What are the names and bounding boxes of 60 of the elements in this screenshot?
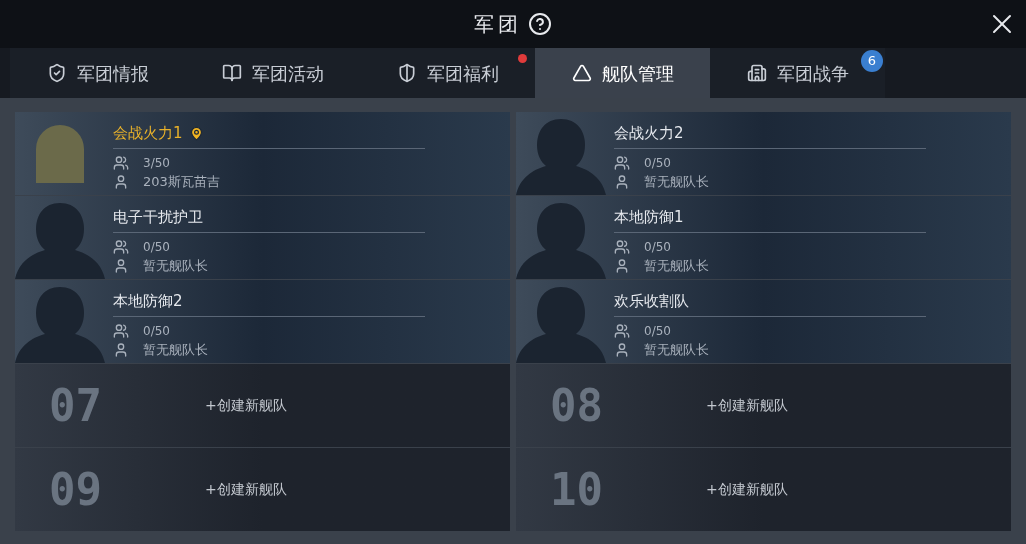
fleet-leader: 暂无舰队长 — [143, 340, 208, 359]
leader-icon — [113, 341, 129, 358]
member-count: 0/50 — [644, 154, 671, 172]
create-fleet-link[interactable]: +创建新舰队 — [205, 479, 287, 500]
members-icon — [113, 238, 129, 255]
slot-number: 07 — [48, 378, 103, 433]
fleet-name: 本地防御2 — [113, 290, 183, 312]
members-icon — [614, 154, 630, 171]
fleet-leader: 暂无舰队长 — [644, 340, 709, 359]
members-icon — [614, 322, 630, 339]
slot-number: 09 — [48, 462, 103, 517]
building-icon — [746, 63, 767, 83]
slot-number: 08 — [549, 378, 604, 433]
fleet-leader: 203斯瓦苗吉 — [143, 172, 220, 191]
empty-fleet-slot[interactable]: 09 +创建新舰队 — [15, 448, 510, 531]
member-count: 0/50 — [644, 238, 671, 256]
triangle-icon — [571, 63, 592, 83]
member-count: 0/50 — [644, 322, 671, 340]
tab[interactable]: 军团战争 6 — [710, 48, 885, 98]
fleet-name: 欢乐收割队 — [614, 290, 689, 312]
help-icon[interactable] — [528, 12, 552, 36]
tab[interactable]: 军团情报 — [10, 48, 185, 98]
leader-icon — [614, 341, 630, 358]
fleet-card[interactable]: 会战火力2 0/50 暂无舰队长 — [516, 112, 1011, 195]
fleet-name: 会战火力1 — [113, 122, 183, 144]
location-pin-icon — [188, 125, 204, 141]
fleet-name: 会战火力2 — [614, 122, 684, 144]
book-icon — [221, 63, 242, 83]
tab[interactable]: 军团福利 — [360, 48, 535, 98]
fleet-name: 本地防御1 — [614, 206, 684, 228]
tab[interactable]: 军团活动 — [185, 48, 360, 98]
members-icon — [113, 322, 129, 339]
tab[interactable]: 舰队管理 — [535, 48, 710, 98]
empty-fleet-slot[interactable]: 08 +创建新舰队 — [516, 364, 1011, 447]
leader-icon — [614, 257, 630, 274]
count-badge: 6 — [861, 50, 883, 72]
fleet-leader: 暂无舰队长 — [644, 256, 709, 275]
fleet-card[interactable]: 本地防御1 0/50 暂无舰队长 — [516, 196, 1011, 279]
empty-fleet-slot[interactable]: 10 +创建新舰队 — [516, 448, 1011, 531]
member-count: 3/50 — [143, 154, 170, 172]
leader-icon — [113, 173, 129, 190]
create-fleet-link[interactable]: +创建新舰队 — [706, 479, 788, 500]
fleet-card[interactable]: 欢乐收割队 0/50 暂无舰队长 — [516, 280, 1011, 363]
member-count: 0/50 — [143, 322, 170, 340]
members-icon — [113, 154, 129, 171]
fleet-leader: 暂无舰队长 — [143, 256, 208, 275]
fleet-name: 电子干扰护卫 — [113, 206, 203, 228]
fleet-card[interactable]: 会战火力1 3/50 203斯瓦苗吉 — [15, 112, 510, 195]
member-count: 0/50 — [143, 238, 170, 256]
fleet-card[interactable]: 本地防御2 0/50 暂无舰队长 — [15, 280, 510, 363]
slot-number: 10 — [549, 462, 604, 517]
leader-icon — [614, 173, 630, 190]
create-fleet-link[interactable]: +创建新舰队 — [205, 395, 287, 416]
members-icon — [614, 238, 630, 255]
leader-icon — [113, 257, 129, 274]
fleet-leader: 暂无舰队长 — [644, 172, 709, 191]
empty-fleet-slot[interactable]: 07 +创建新舰队 — [15, 364, 510, 447]
window-title: 军团 — [474, 11, 522, 38]
fleet-card[interactable]: 电子干扰护卫 0/50 暂无舰队长 — [15, 196, 510, 279]
create-fleet-link[interactable]: +创建新舰队 — [706, 395, 788, 416]
